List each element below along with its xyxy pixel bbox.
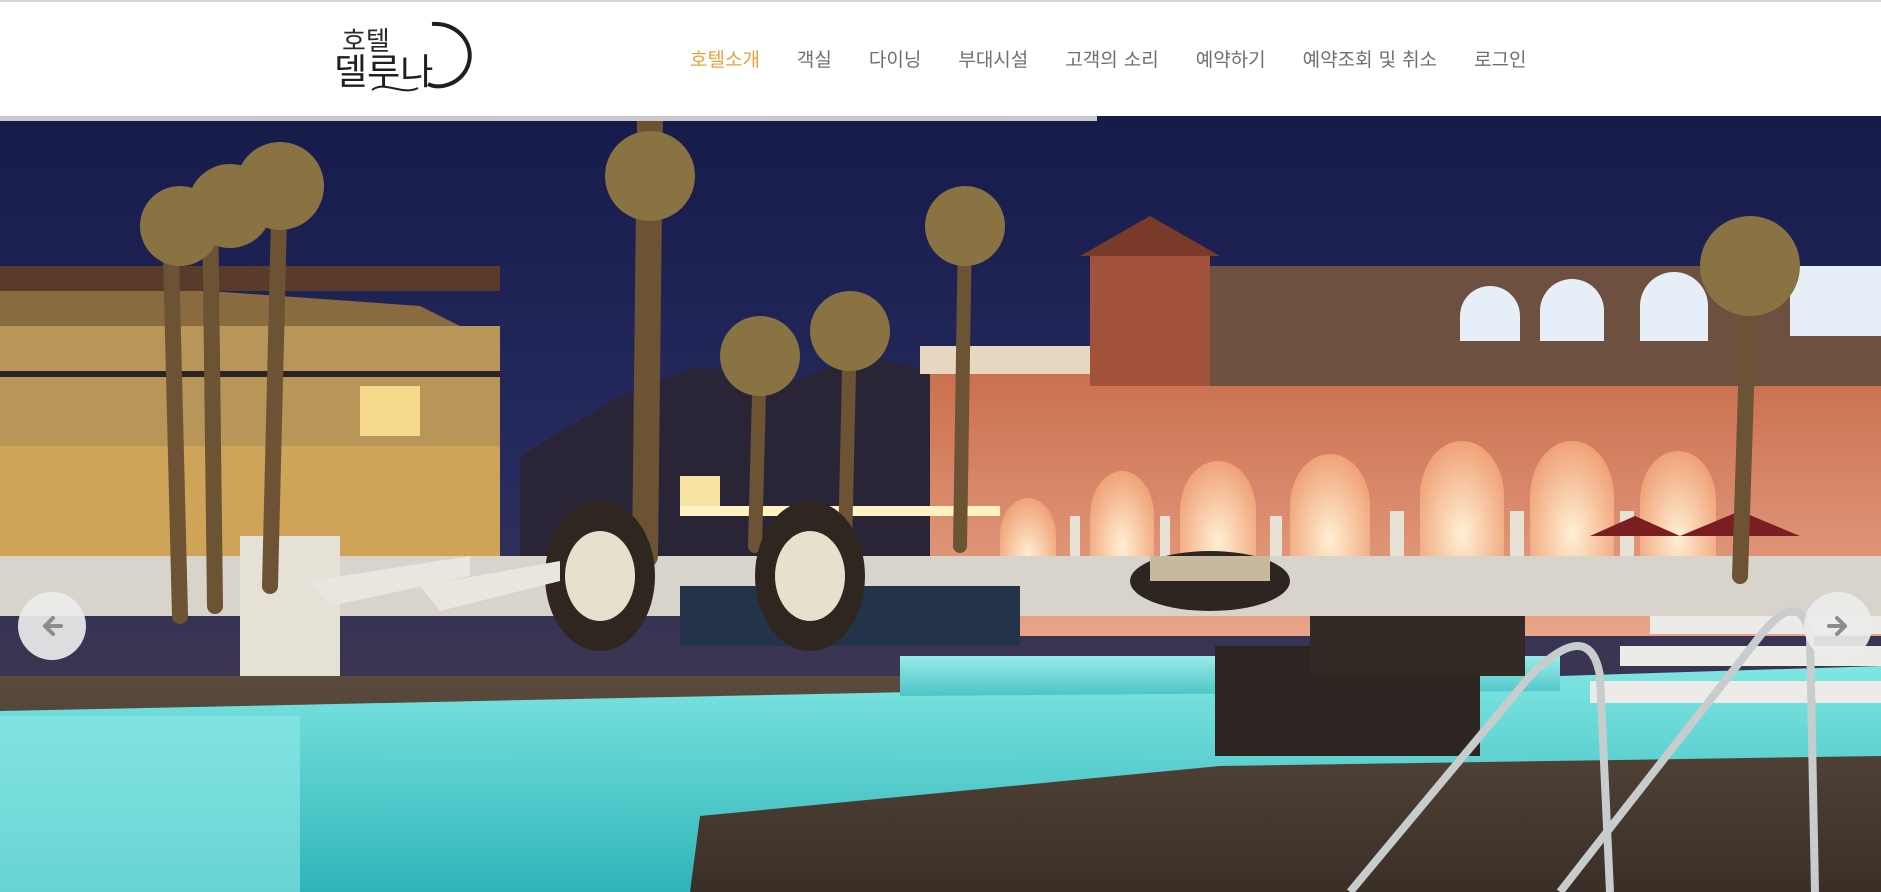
nav-facilities[interactable]: 부대시설 xyxy=(958,46,1028,74)
nav-reservation[interactable]: 예약하기 xyxy=(1196,46,1266,74)
slider-progress xyxy=(0,116,1881,121)
nav-login[interactable]: 로그인 xyxy=(1474,46,1526,74)
arrow-right-icon xyxy=(1827,616,1847,636)
hotel-logo[interactable]: 호텔 델루나 xyxy=(332,18,474,100)
main-nav: 호텔소개 객실 다이닝 부대시설 고객의 소리 예약하기 예약조회 및 취소 로… xyxy=(690,46,1527,74)
nav-dining[interactable]: 다이닝 xyxy=(869,46,921,74)
arrow-left-icon xyxy=(43,616,63,636)
nav-hotel-intro[interactable]: 호텔소개 xyxy=(690,46,760,74)
slider-next-button[interactable] xyxy=(1804,592,1872,660)
hotel-pool-night-photo xyxy=(0,116,1881,892)
logo-mark: 호텔 델루나 xyxy=(334,21,472,93)
slider-prev-button[interactable] xyxy=(18,592,86,660)
hero-slider xyxy=(0,116,1881,892)
nav-customer-voice[interactable]: 고객의 소리 xyxy=(1065,46,1158,74)
nav-rooms[interactable]: 객실 xyxy=(797,46,832,74)
nav-reservation-lookup[interactable]: 예약조회 및 취소 xyxy=(1303,46,1437,74)
slider-progress-fill xyxy=(0,116,1097,121)
site-header: 호텔 델루나 호텔소개 객실 다이닝 부대시설 고객의 소리 예약하기 예약조회… xyxy=(0,2,1881,116)
